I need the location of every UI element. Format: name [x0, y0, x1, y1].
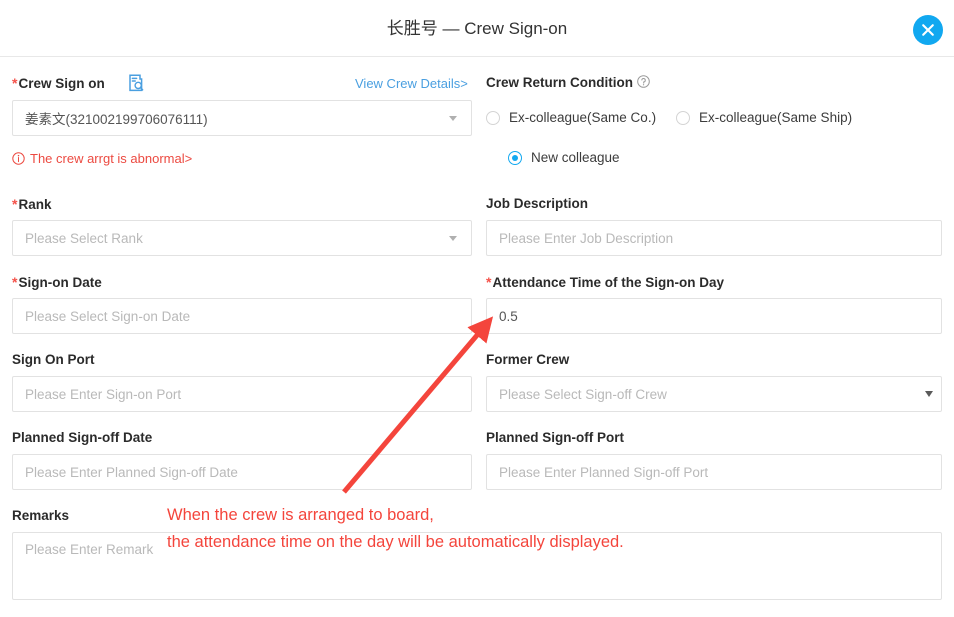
rank-label: *Rank — [12, 196, 51, 212]
rank-select[interactable] — [12, 220, 472, 256]
former-crew-label: Former Crew — [486, 352, 570, 367]
radio-ex-colleague-same-co[interactable]: Ex-colleague(Same Co.) — [486, 110, 656, 125]
annotation-line-1: When the crew is arranged to board, — [167, 506, 434, 524]
required-asterisk: * — [486, 274, 492, 290]
job-description-label: Job Description — [486, 196, 589, 211]
attendance-time-input[interactable] — [486, 298, 942, 334]
rank-label-text: Rank — [18, 197, 52, 212]
dialog-titlebar: 长胜号 — Crew Sign-on — [0, 0, 954, 57]
planned-signoff-date-label: Planned Sign-off Date — [12, 430, 153, 445]
close-icon[interactable] — [913, 15, 943, 45]
question-circle-icon[interactable] — [637, 75, 650, 91]
crew-return-condition-label-text: Crew Return Condition — [486, 75, 633, 90]
crew-sign-on-label-text: Crew Sign on — [18, 76, 105, 91]
radio-label: Ex-colleague(Same Co.) — [509, 110, 657, 125]
crew-arrangement-error-text: The crew arrgt is abnormal> — [30, 151, 193, 166]
planned-signoff-port-input[interactable] — [486, 454, 942, 490]
info-circle-icon — [12, 152, 25, 165]
document-search-icon[interactable] — [128, 74, 146, 98]
attendance-time-label: *Attendance Time of the Sign-on Day — [486, 274, 724, 290]
sign-on-port-label: Sign On Port — [12, 352, 95, 367]
remarks-label: Remarks — [12, 508, 70, 523]
radio-label: Ex-colleague(Same Ship) — [699, 110, 853, 125]
radio-label: New colleague — [531, 150, 620, 165]
radio-new-colleague[interactable]: New colleague — [508, 150, 620, 165]
sign-on-date-label: *Sign-on Date — [12, 274, 102, 290]
dialog-title: 长胜号 — Crew Sign-on — [386, 19, 568, 38]
attendance-time-label-text: Attendance Time of the Sign-on Day — [492, 275, 724, 290]
job-description-input[interactable] — [486, 220, 942, 256]
radio-indicator[interactable] — [508, 150, 522, 165]
view-crew-details-link[interactable]: View Crew Details> — [355, 76, 468, 91]
radio-ex-colleague-same-ship[interactable]: Ex-colleague(Same Ship) — [676, 110, 852, 125]
sign-on-port-input[interactable] — [12, 376, 472, 412]
sign-on-date-label-text: Sign-on Date — [18, 275, 102, 290]
planned-signoff-port-label: Planned Sign-off Port — [486, 430, 624, 445]
sign-on-date-input[interactable] — [12, 298, 472, 334]
annotation-line-2: the attendance time on the day will be a… — [167, 533, 624, 551]
former-crew-select[interactable] — [486, 376, 942, 412]
crew-return-condition-label: Crew Return Condition — [486, 75, 650, 91]
crew-arrangement-error[interactable]: The crew arrgt is abnormal> — [12, 151, 192, 166]
radio-indicator[interactable] — [486, 110, 500, 125]
radio-indicator[interactable] — [676, 110, 690, 125]
required-asterisk: * — [12, 196, 18, 212]
crew-sign-on-input[interactable] — [12, 100, 472, 136]
crew-signon-dialog: 长胜号 — Crew Sign-on *Crew Sign on View Cr… — [0, 0, 954, 617]
required-asterisk: * — [12, 75, 18, 91]
planned-signoff-date-input[interactable] — [12, 454, 472, 490]
crew-sign-on-label: *Crew Sign on — [12, 75, 105, 91]
required-asterisk: * — [12, 274, 18, 290]
